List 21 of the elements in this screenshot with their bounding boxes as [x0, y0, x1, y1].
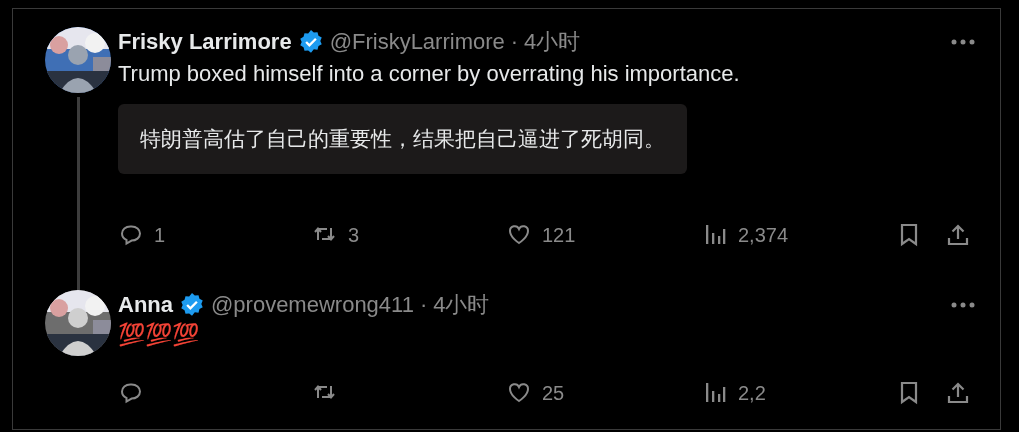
separator-dot: · [419, 292, 428, 318]
more-options-icon[interactable] [951, 39, 975, 45]
action-count: 3 [348, 223, 360, 247]
action-count: 121 [542, 223, 576, 247]
post-text: 💯💯💯 [118, 322, 202, 347]
share-icon[interactable] [945, 380, 971, 406]
translation-text: 特朗普高估了自己的重要性，结果把自己逼进了死胡同。 [118, 104, 687, 174]
more-options-icon[interactable] [951, 302, 975, 308]
action-count: 25 [542, 381, 565, 405]
post-time[interactable]: 4小时 [433, 290, 490, 320]
action-count: 2,374 [738, 223, 789, 247]
user-handle[interactable]: @FriskyLarrimore [329, 29, 505, 55]
action-count: 1 [154, 223, 166, 247]
post-time[interactable]: 4小时 [524, 27, 581, 57]
author-name[interactable]: Frisky Larrimore [118, 29, 292, 55]
share-icon[interactable] [945, 222, 971, 248]
user-handle[interactable]: @provemewrong411 [211, 292, 414, 318]
separator-dot: · [510, 29, 519, 55]
author-name[interactable]: Anna [118, 292, 173, 318]
post-text: Trump boxed himself into a corner by overrating his importance. [118, 61, 741, 87]
action-count: 2,2 [738, 381, 766, 405]
